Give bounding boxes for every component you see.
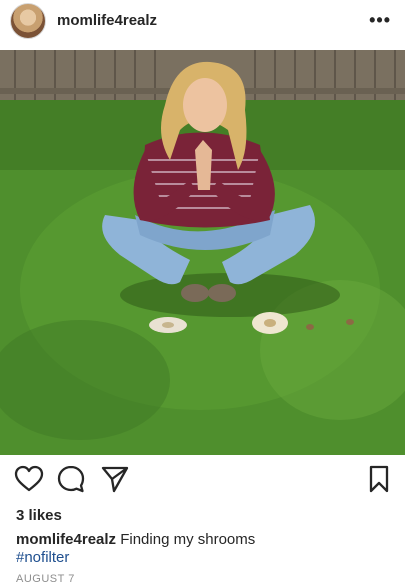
avatar[interactable] <box>10 3 46 39</box>
bookmark-icon[interactable] <box>364 464 394 494</box>
post-username[interactable]: momlife4realz <box>57 12 157 29</box>
action-bar <box>0 464 405 500</box>
hashtag-link[interactable]: #nofilter <box>16 549 69 566</box>
more-options-icon[interactable]: ••• <box>369 10 391 30</box>
post-photo[interactable] <box>0 50 405 455</box>
like-count[interactable]: 3 likes <box>16 507 62 524</box>
send-icon[interactable] <box>100 464 130 494</box>
post-header: momlife4realz ••• <box>0 0 405 50</box>
caption-text: Finding my shrooms <box>120 531 256 548</box>
post-date: AUGUST 7 <box>16 573 75 585</box>
comment-icon[interactable] <box>56 464 86 494</box>
caption-username[interactable]: momlife4realz <box>16 531 116 548</box>
photo-image <box>0 50 405 455</box>
heart-icon[interactable] <box>14 464 44 494</box>
post-caption: momlife4realz Finding my shrooms <box>16 530 255 549</box>
